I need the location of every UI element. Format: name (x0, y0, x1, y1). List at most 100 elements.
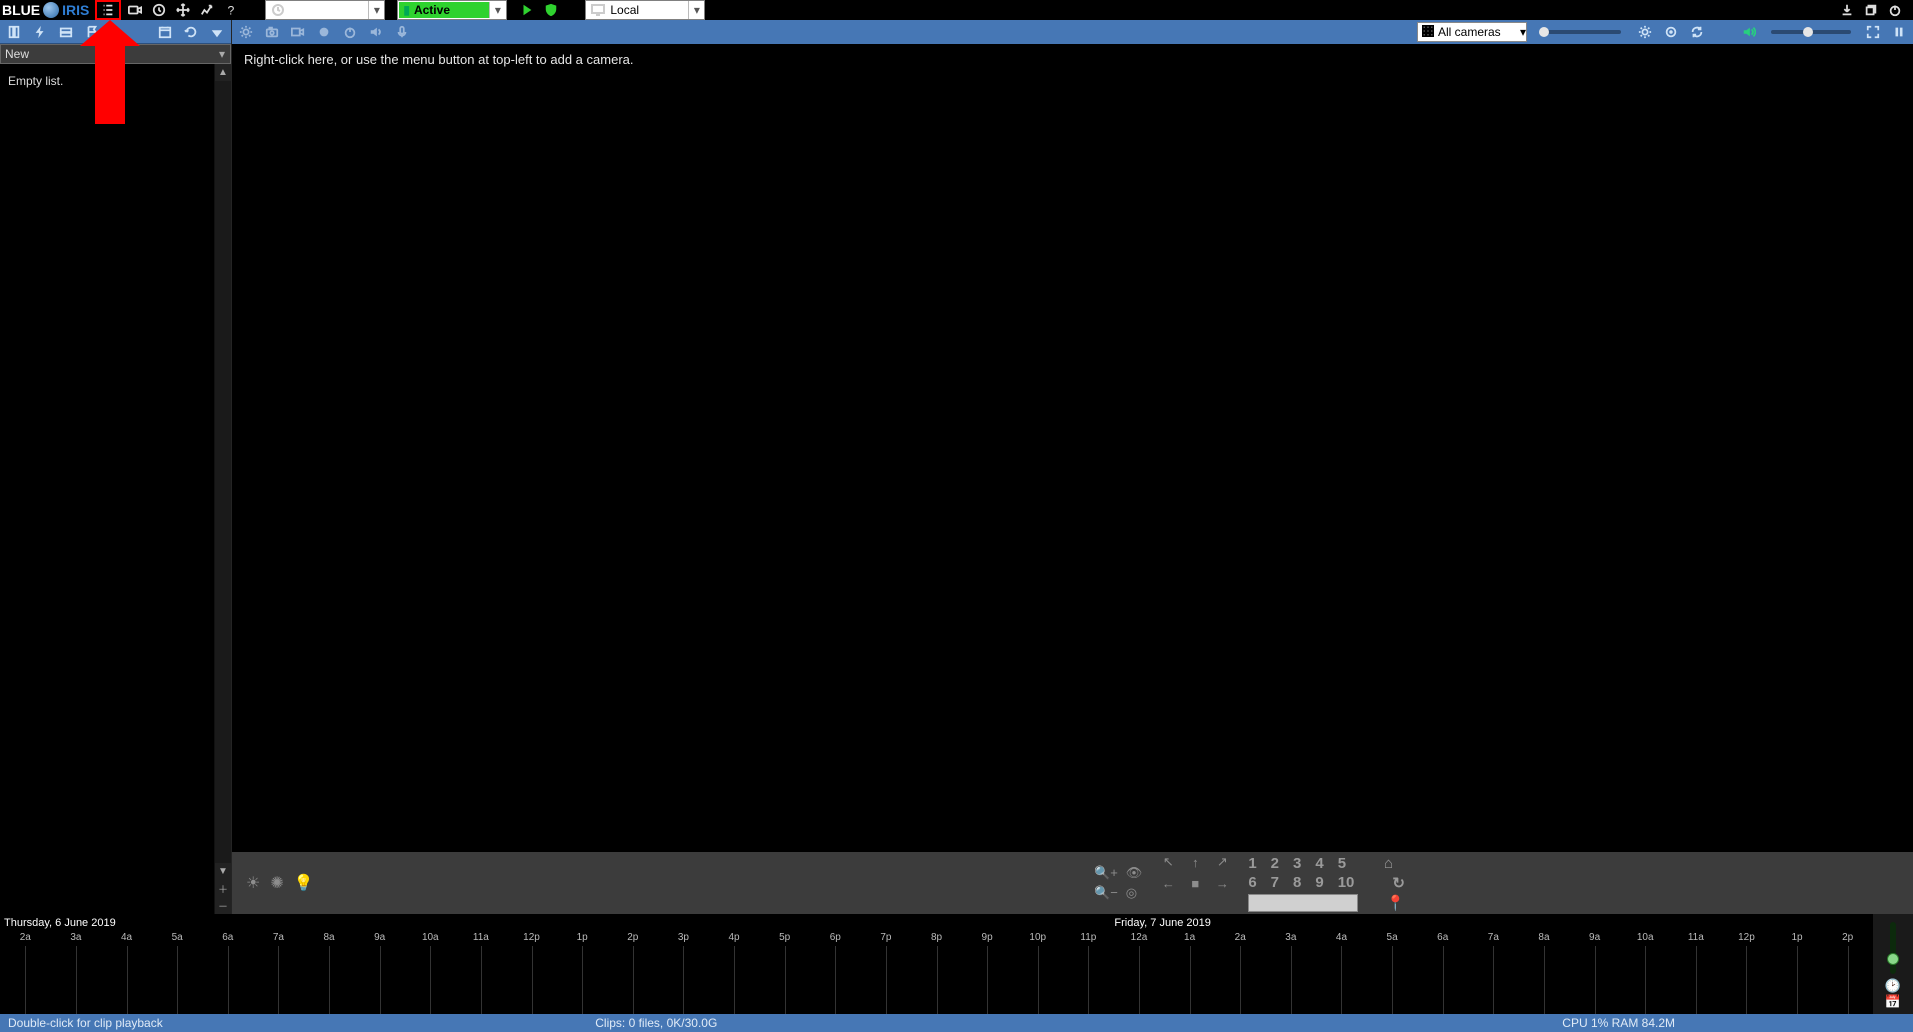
eye-icon[interactable]: 👁 (1126, 865, 1143, 881)
home-icon[interactable]: ⌂ (1384, 855, 1393, 872)
timeline: Thursday, 6 June 2019 Friday, 7 June 201… (0, 914, 1913, 1014)
tick-label: 9a (374, 932, 385, 943)
preset-6[interactable]: 6 (1248, 874, 1256, 891)
graph-icon[interactable] (197, 0, 217, 20)
power-small-icon[interactable] (340, 22, 360, 42)
brightness2-icon[interactable]: ✺ (270, 873, 283, 893)
cycle-icon[interactable] (1661, 22, 1681, 42)
loop-icon[interactable]: ↻ (1392, 874, 1405, 892)
status-dropdown-value: Active (414, 3, 450, 17)
gear2-icon[interactable] (1635, 22, 1655, 42)
timeline-date-2: Friday, 7 June 2019 (1114, 917, 1210, 929)
camera-icon[interactable] (262, 22, 282, 42)
tick-label: 10a (1637, 932, 1654, 943)
fullscreen-icon[interactable] (1863, 22, 1883, 42)
book-icon[interactable] (4, 22, 24, 42)
server-dropdown[interactable]: Local ▾ (585, 0, 705, 20)
ptz-presets: 12345 ⌂ 6789 10 ↻ 📍 (1248, 855, 1405, 912)
clock-icon[interactable] (149, 0, 169, 20)
brightness-icon[interactable]: ☀ (246, 873, 260, 893)
ptz-panel: ☀ ✺ 💡 🔍+ 👁 🔍− ◎ ↖ ↑ (232, 852, 1913, 914)
list-icon[interactable] (98, 0, 118, 20)
ptz-right[interactable]: → (1210, 874, 1234, 892)
preset-1[interactable]: 1 (1248, 855, 1256, 872)
tick-label: 12p (523, 932, 540, 943)
tick-label: 3a (1285, 932, 1296, 943)
tick-label: 6a (222, 932, 233, 943)
video-grid[interactable]: Right-click here, or use the menu button… (232, 44, 1913, 852)
tick-label: 2a (1235, 932, 1246, 943)
logo-globe-icon (43, 2, 59, 18)
refresh-icon[interactable] (181, 22, 201, 42)
layout-slider[interactable] (1541, 30, 1621, 34)
preset-3[interactable]: 3 (1293, 855, 1301, 872)
ptz-up[interactable]: ↑ (1183, 853, 1207, 871)
preset-4[interactable]: 4 (1315, 855, 1323, 872)
reload-icon[interactable] (1687, 22, 1707, 42)
power-icon[interactable] (1883, 0, 1907, 20)
preset-2[interactable]: 2 (1271, 855, 1279, 872)
volume-slider[interactable] (1771, 30, 1851, 34)
play-icon[interactable] (517, 0, 537, 20)
record-icon[interactable] (125, 0, 145, 20)
zoom-in-icon[interactable]: 🔍+ (1094, 865, 1118, 881)
chevron-down-icon: ▾ (688, 1, 704, 19)
help-icon[interactable]: ? (221, 0, 241, 20)
tick-label: 7p (880, 932, 891, 943)
title-bar: BLUE IRIS ? ▾ ▮ Active ▾ (0, 0, 1913, 20)
ptz-left[interactable]: ← (1156, 874, 1180, 892)
tick-label: 11a (473, 932, 489, 943)
zoom-out-icon[interactable]: 🔍− (1094, 885, 1118, 901)
tick-label: 2p (627, 932, 638, 943)
camera-selector[interactable]: All cameras ▾ (1417, 22, 1527, 42)
status-dropdown[interactable]: ▮ Active ▾ (397, 0, 507, 20)
tick-label: 11a (1688, 932, 1704, 943)
restore-window-icon[interactable] (1859, 0, 1883, 20)
calendar-icon[interactable] (155, 22, 175, 42)
down-arrow-icon[interactable] (207, 22, 227, 42)
bulb-icon[interactable]: 💡 (294, 873, 314, 893)
tick-label: 11p (1080, 932, 1096, 943)
tick-label: 5p (779, 932, 790, 943)
preset-8[interactable]: 8 (1293, 874, 1301, 891)
timeline-zoom-slider[interactable] (1890, 922, 1896, 974)
clips-sidebar: New ▾ Empty list. ▲ ▼ ＋ － (0, 20, 232, 914)
speaker-icon[interactable] (366, 22, 386, 42)
tick-label: 8a (1538, 932, 1549, 943)
shield-icon[interactable] (541, 0, 561, 20)
download-icon[interactable] (1835, 0, 1859, 20)
target-icon[interactable]: ◎ (1126, 885, 1137, 901)
bolt-icon[interactable] (30, 22, 50, 42)
clock2-icon[interactable]: 🕑 (1885, 978, 1901, 994)
calendar2-icon[interactable]: 📅 (1885, 994, 1901, 1010)
preset-7[interactable]: 7 (1271, 874, 1279, 891)
gear-icon[interactable] (236, 22, 256, 42)
status-bar: Double-click for clip playback Clips: 0 … (0, 1014, 1913, 1032)
pin-icon[interactable]: 📍 (1386, 894, 1405, 912)
move-icon[interactable] (173, 0, 193, 20)
ptz-stop[interactable]: ■ (1183, 874, 1207, 892)
tick-label: 3a (70, 932, 81, 943)
preset-9[interactable]: 9 (1315, 874, 1323, 891)
tick-label: 9a (1589, 932, 1600, 943)
preset-10[interactable]: 10 (1338, 874, 1355, 891)
tick-label: 8p (931, 932, 942, 943)
zoom-out-icon[interactable]: － (215, 897, 231, 914)
profile-dropdown[interactable]: ▾ (265, 0, 385, 20)
pause-icon[interactable] (1889, 22, 1909, 42)
preset-5[interactable]: 5 (1338, 855, 1346, 872)
record-circle-icon[interactable] (314, 22, 334, 42)
folder-icon[interactable] (56, 22, 76, 42)
empty-list-text: Empty list. (8, 74, 63, 88)
preset-dropdown[interactable] (1248, 894, 1358, 912)
ptz-upright[interactable]: ↗ (1210, 853, 1234, 871)
zoom-in-icon[interactable]: ＋ (215, 880, 231, 897)
ptz-upleft[interactable]: ↖ (1156, 853, 1180, 871)
logo-iris: IRIS (62, 2, 89, 18)
sidebar-scrollbar[interactable]: ▲ ▼ ＋ － (214, 64, 231, 914)
highlighted-menu-button (95, 0, 121, 20)
timeline-track[interactable]: Thursday, 6 June 2019 Friday, 7 June 201… (0, 914, 1873, 1014)
video-icon[interactable] (288, 22, 308, 42)
mic-icon[interactable] (392, 22, 412, 42)
volume-icon[interactable] (1739, 22, 1759, 42)
